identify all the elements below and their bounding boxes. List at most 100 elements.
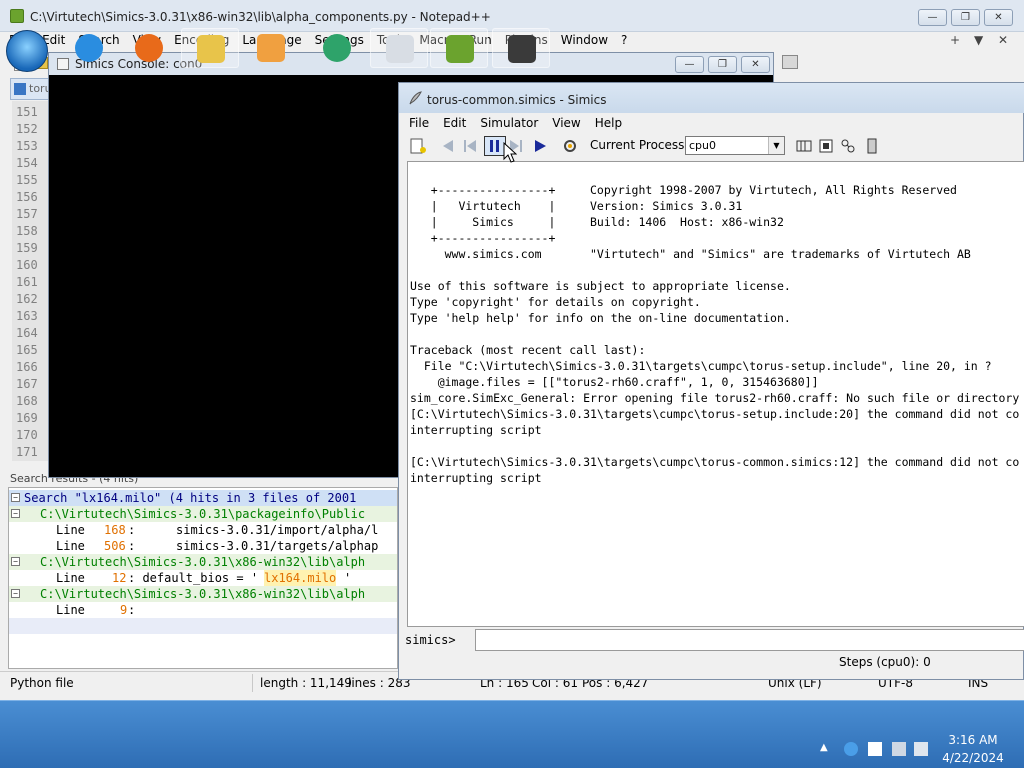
save-state-icon	[14, 83, 26, 95]
cpu-icon[interactable]	[863, 137, 881, 155]
collapse-icon[interactable]: −	[11, 589, 20, 598]
memory-icon[interactable]	[817, 137, 835, 155]
close-tab-icon[interactable]: ✕	[998, 32, 1008, 48]
console-close-button[interactable]: ✕	[741, 56, 770, 73]
chevron-down-icon[interactable]: ▼	[768, 137, 784, 154]
output-line: [C:\Virtutech\Simics-3.0.31\targets\cump…	[410, 455, 1020, 469]
new-tab-icon[interactable]: +	[950, 32, 960, 48]
run-icon[interactable]	[531, 137, 549, 155]
mouse-cursor-icon	[503, 142, 517, 163]
simics-main-window: torus-common.simics - Simics File Edit Sim…	[398, 82, 1024, 680]
status-length: length : 11,149	[260, 676, 352, 690]
simics-toolbar: Current Processor: cpu0 ▼	[399, 133, 1024, 159]
search-hit-row[interactable]: Line 168 : simics-3.0.31/import/alpha/l	[9, 522, 397, 538]
maximize-button[interactable]: ❐	[951, 9, 980, 26]
line-number: 162	[16, 292, 38, 306]
minimize-button[interactable]: —	[918, 9, 947, 26]
output-line: +----------------+ Copyright 1998-2007 b…	[410, 183, 957, 197]
windows-taskbar	[0, 700, 1024, 768]
console-icon	[508, 35, 536, 63]
search-current-row[interactable]	[9, 618, 397, 634]
new-session-icon[interactable]	[409, 137, 427, 155]
simics-menu-help[interactable]: Help	[591, 113, 626, 133]
console-minimize-button[interactable]: —	[675, 56, 704, 73]
search-hit-row[interactable]: Line 12 : default_bios = ' lx164.milo '	[9, 570, 397, 586]
console-maximize-button[interactable]: ❐	[708, 56, 737, 73]
output-line: interrupting script	[410, 471, 542, 485]
collapse-icon[interactable]: −	[11, 509, 20, 518]
volume-icon[interactable]	[914, 742, 928, 756]
simics-command-input[interactable]	[475, 629, 1024, 651]
line-number: 164	[16, 326, 38, 340]
action-center-flag-icon[interactable]	[868, 742, 882, 756]
line-number: 151	[16, 105, 38, 119]
network-icon[interactable]	[892, 742, 906, 756]
search-hit-row[interactable]: Line 506 : simics-3.0.31/targets/alphap	[9, 538, 397, 554]
simics-menu-simulator[interactable]: Simulator	[476, 113, 542, 133]
line-number-gutter: 151 152 153 154 155 156 157 158 159 160 161 162 163 1…	[12, 101, 52, 461]
simics-menubar: File Edit Simulator View Help	[399, 113, 1024, 133]
language-icon[interactable]	[844, 742, 858, 756]
collapse-icon[interactable]: −	[11, 493, 20, 502]
search-hit-row[interactable]: Line 9 :	[9, 602, 397, 618]
firefox-icon	[135, 34, 163, 62]
taskbar-notepadpp[interactable]	[430, 28, 488, 68]
taskbar-firefox[interactable]	[120, 28, 178, 68]
taskbar-app-green[interactable]	[308, 28, 366, 68]
taskbar-ie[interactable]	[60, 28, 118, 68]
output-line: | Simics | Build: 1406 Host: x86-win32	[410, 215, 784, 229]
line-number: 171	[16, 445, 38, 459]
menu-help[interactable]: ?	[617, 32, 631, 48]
line-number: 167	[16, 377, 38, 391]
output-line: @image.files = [["torus2-rh60.craff", 1,…	[410, 375, 819, 389]
taskbar-simics[interactable]	[370, 28, 428, 68]
simics-titlebar[interactable]: torus-common.simics - Simics	[399, 83, 1024, 113]
output-line: Type 'copyright' for details on copyrigh…	[410, 295, 701, 309]
output-line: +----------------+	[410, 231, 556, 245]
settings-gear-icon[interactable]	[561, 137, 579, 155]
simics-output-area[interactable]: +----------------+ Copyright 1998-2007 b…	[407, 161, 1024, 627]
internet-explorer-icon	[75, 34, 103, 62]
simics-menu-edit[interactable]: Edit	[439, 113, 470, 133]
clock-date[interactable]: 4/22/2024	[928, 751, 1018, 765]
simics-menu-view[interactable]: View	[548, 113, 584, 133]
step-back-icon[interactable]	[461, 137, 479, 155]
taskbar-media[interactable]	[242, 28, 300, 68]
registers-icon[interactable]	[795, 137, 813, 155]
menu-window[interactable]: Window	[557, 32, 612, 48]
line-number: 158	[16, 224, 38, 238]
output-line: Traceback (most recent call last):	[410, 343, 646, 357]
media-player-icon	[257, 34, 285, 62]
search-file-row[interactable]: − C:\Virtutech\Simics-3.0.31\x86-win32\l…	[9, 586, 397, 602]
output-line: | Virtutech | Version: Simics 3.0.31	[410, 199, 743, 213]
output-line: interrupting script	[410, 423, 542, 437]
search-file-row[interactable]: − C:\Virtutech\Simics-3.0.31\packageinfo…	[9, 506, 397, 522]
folder-icon	[197, 35, 225, 63]
simics-menu-file[interactable]: File	[405, 113, 433, 133]
green-app-icon	[323, 34, 351, 62]
taskbar-explorer[interactable]	[181, 28, 239, 68]
simics-title: torus-common.simics - Simics	[427, 93, 607, 107]
line-number: 166	[16, 360, 38, 374]
panel-icon[interactable]	[782, 55, 798, 69]
device-tree-icon[interactable]	[839, 137, 857, 155]
status-file-type: Python file	[10, 676, 74, 690]
clock-time[interactable]: 3:16 AM	[928, 733, 1018, 747]
line-number: 153	[16, 139, 38, 153]
collapse-icon[interactable]: −	[11, 557, 20, 566]
search-summary-row[interactable]: − Search "lx164.milo" (4 hits in 3 files…	[9, 490, 397, 506]
line-number: 155	[16, 173, 38, 187]
show-hidden-icons-icon[interactable]: ▲	[820, 742, 834, 756]
tab-list-icon[interactable]: ▼	[974, 32, 983, 48]
current-processor-select[interactable]: cpu0 ▼	[685, 136, 785, 155]
notepadpp-icon	[446, 35, 474, 63]
search-file-row[interactable]: − C:\Virtutech\Simics-3.0.31\x86-win32\l…	[9, 554, 397, 570]
reverse-icon[interactable]	[439, 137, 457, 155]
close-button[interactable]: ✕	[984, 9, 1013, 26]
start-button[interactable]	[6, 30, 48, 72]
output-line: File "C:\Virtutech\Simics-3.0.31\targets…	[410, 359, 992, 373]
search-results-panel[interactable]: − Search "lx164.milo" (4 hits in 3 files…	[8, 487, 398, 669]
output-line: Type 'help help' for info on the on-line…	[410, 311, 791, 325]
line-number: 170	[16, 428, 38, 442]
taskbar-simics-console[interactable]	[492, 28, 550, 68]
